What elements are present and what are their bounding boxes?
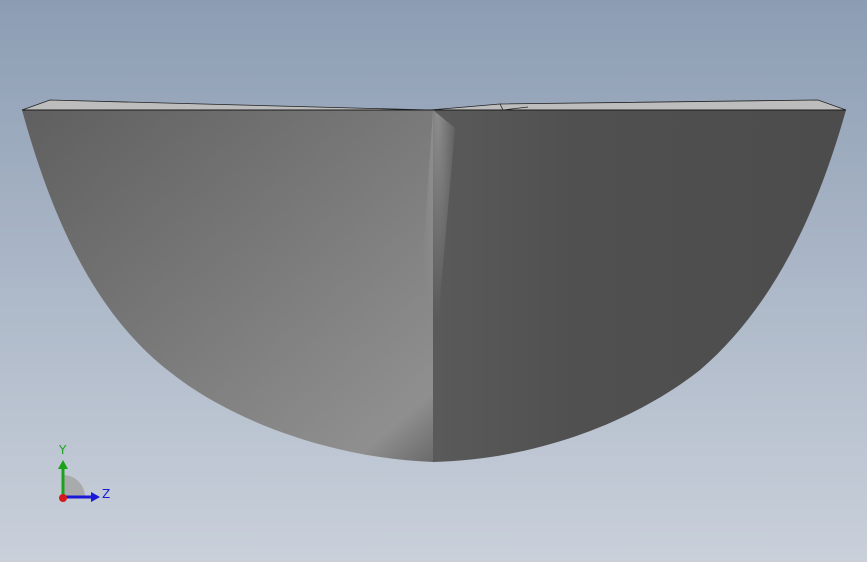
model-left-face: [22, 110, 433, 462]
model-half-cone[interactable]: [0, 0, 867, 562]
triad-quarter-disc: [63, 475, 85, 497]
graphics-viewport[interactable]: Y Z: [0, 0, 867, 562]
x-axis-dot: [59, 494, 67, 502]
model-top-face: [21, 99, 847, 111]
y-axis-label: Y: [58, 443, 67, 457]
y-axis-arrow: [58, 460, 68, 469]
model-right-face: [433, 110, 846, 462]
axis-triad: Y Z: [58, 443, 110, 502]
z-axis-arrow: [91, 492, 100, 502]
z-axis-label: Z: [102, 487, 110, 501]
